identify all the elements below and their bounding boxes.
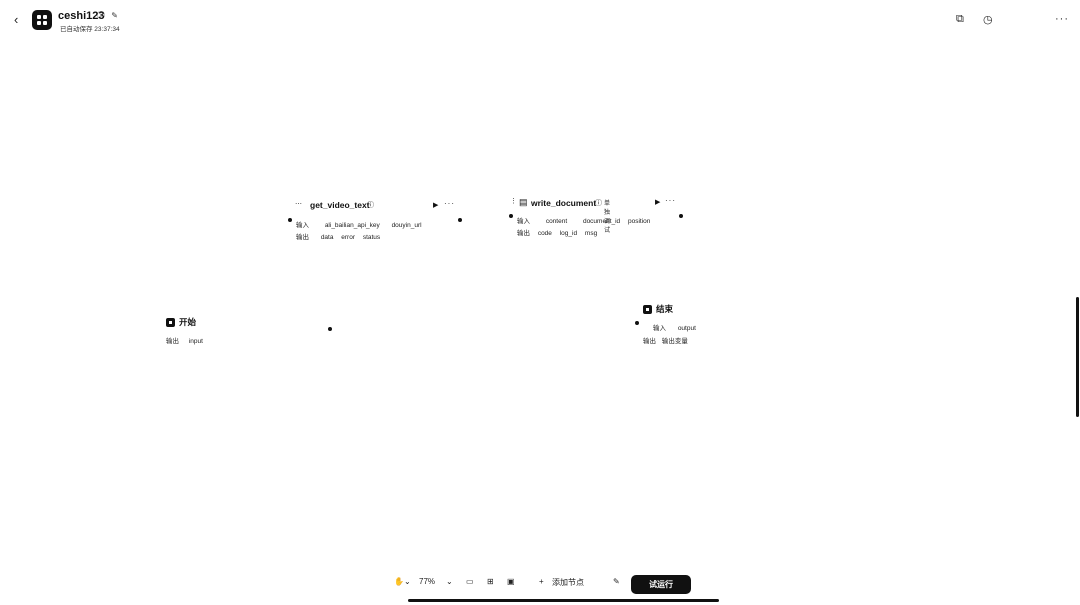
output-param: input — [188, 338, 203, 345]
node-title: 结束 — [643, 303, 673, 315]
input-param: output — [677, 325, 696, 332]
outputs-label: 输出 — [643, 338, 656, 345]
add-icon[interactable]: + — [539, 577, 544, 586]
run-node-icon[interactable]: ▶ — [433, 201, 438, 209]
node-title: write_document — [531, 198, 597, 208]
info-icon: ⓘ — [367, 202, 374, 209]
output-param: log_id — [559, 230, 578, 237]
input-param: document_id — [582, 218, 621, 225]
run-node-icon[interactable]: ▶ — [655, 198, 660, 206]
node-title: 开始 — [166, 316, 196, 328]
outputs-row: 输出 输出变量 — [643, 335, 688, 345]
inputs-row: 输入 content document_id position — [517, 215, 650, 225]
output-param: error — [341, 234, 356, 241]
copy-icon[interactable]: ⧉ — [956, 13, 964, 26]
output-port[interactable] — [458, 218, 462, 222]
back-chevron-icon[interactable]: ‹ — [14, 12, 18, 27]
inputs-label: 输入 — [517, 218, 530, 225]
output-port[interactable] — [679, 214, 683, 218]
info-icon: ⓘ — [595, 200, 602, 207]
outputs-row: 输出 input — [166, 335, 203, 345]
minimap-icon[interactable]: ▣ — [507, 577, 515, 586]
outputs-label: 输出 — [166, 338, 179, 345]
add-node-button[interactable]: 添加节点 — [552, 577, 584, 588]
node-more-icon[interactable]: ··· — [665, 196, 676, 205]
node-title: get_video_text — [310, 200, 370, 210]
test-run-button[interactable]: 试运行 — [631, 575, 691, 594]
inputs-row: 输入 output — [653, 322, 696, 332]
output-variable: 输出变量 — [661, 338, 688, 345]
output-port[interactable] — [328, 327, 332, 331]
autosave-status: 已自动保存 23:37:34 — [60, 26, 120, 33]
zoom-dropdown-icon[interactable]: ⌄ — [446, 577, 453, 586]
input-param: position — [628, 218, 651, 225]
outputs-label: 输出 — [296, 234, 309, 241]
comment-icon[interactable]: ▭ — [466, 577, 474, 586]
node-more-icon[interactable]: ··· — [444, 199, 455, 208]
input-port[interactable] — [509, 214, 513, 218]
pan-mode-icon[interactable]: ✋⌄ — [394, 577, 411, 586]
outputs-row: 输出 code log_id msg — [517, 227, 597, 237]
end-icon — [643, 305, 652, 315]
document-icon: ▤ — [519, 197, 528, 207]
output-param: data — [320, 234, 334, 241]
drag-handle-icon[interactable]: ⋮ — [510, 197, 517, 205]
output-param: msg — [584, 230, 598, 237]
title-info-edit-icons[interactable]: ⓘ ✎ — [97, 10, 120, 21]
layout-grid-icon[interactable]: ⊞ — [487, 577, 494, 586]
output-param: status — [362, 234, 381, 241]
history-icon[interactable]: ◷ — [983, 13, 993, 26]
output-param: code — [537, 230, 552, 237]
inputs-row: 输入 ali_bailian_api_key douyin_url — [296, 219, 422, 229]
inputs-label: 输入 — [653, 325, 666, 332]
inputs-label: 输入 — [296, 222, 309, 229]
debug-tool-icon[interactable]: ✎ — [613, 577, 620, 586]
input-param: douyin_url — [391, 222, 422, 229]
app-logo-icon — [32, 10, 52, 30]
zoom-level[interactable]: 77% — [419, 577, 435, 586]
plugin-icon: ⋯ — [295, 201, 302, 208]
horizontal-scrollbar[interactable] — [408, 599, 719, 602]
start-icon — [166, 318, 175, 328]
input-param: ali_bailian_api_key — [324, 222, 380, 229]
vertical-scrollbar[interactable] — [1076, 297, 1079, 417]
outputs-label: 输出 — [517, 230, 530, 237]
input-port[interactable] — [635, 321, 639, 325]
outputs-row: 输出 data error status — [296, 231, 380, 241]
more-icon[interactable]: ··· — [1055, 13, 1069, 25]
input-port[interactable] — [288, 218, 292, 222]
input-param: content — [545, 218, 568, 225]
